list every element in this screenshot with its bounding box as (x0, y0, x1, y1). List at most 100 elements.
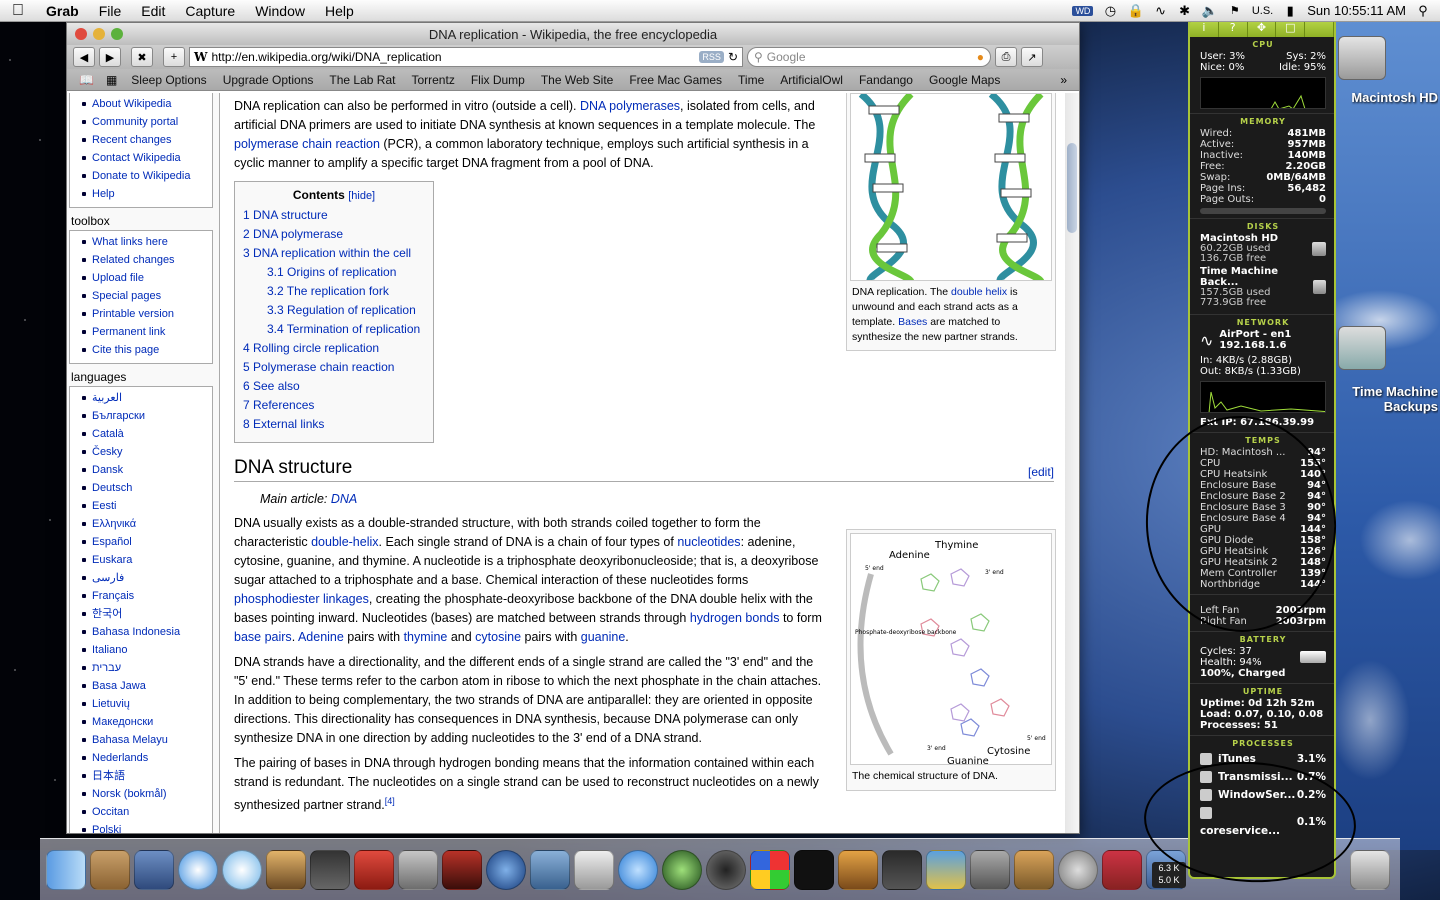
activity-monitor-icon[interactable] (882, 849, 922, 890)
process-row[interactable]: iTunes 3.1% (1200, 750, 1326, 768)
bluetooth-icon[interactable]: ✱ (1178, 3, 1192, 19)
language-link[interactable]: עברית (70, 659, 212, 677)
edit-section-link[interactable]: [edit] (1028, 465, 1054, 479)
toolbox-link[interactable]: Permanent link (70, 323, 212, 341)
bookmark-item[interactable]: Torrentz (403, 73, 462, 87)
time-machine-disk-icon[interactable] (1338, 326, 1386, 370)
toolbox-link[interactable]: Special pages (70, 287, 212, 305)
snapback-button[interactable]: ✖ (131, 47, 153, 67)
mail-stamp-icon[interactable] (134, 849, 174, 890)
app-menu[interactable]: Grab (36, 3, 89, 19)
language-link[interactable]: Dansk (70, 461, 212, 479)
toc-item[interactable]: 3.4 Termination of replication (243, 320, 425, 339)
lock-icon[interactable]: 🔒 (1127, 3, 1143, 19)
menu-file[interactable]: File (89, 3, 132, 19)
bookmarks-book-icon[interactable]: 📖 (73, 73, 100, 87)
colors-grid-icon[interactable] (750, 849, 790, 890)
window-titlebar[interactable]: DNA replication - Wikipedia, the free en… (67, 23, 1079, 45)
wifi-icon[interactable]: ∿ (1154, 3, 1168, 19)
downloads-stack-icon[interactable] (1102, 849, 1142, 890)
back-button[interactable]: ◀ (73, 47, 95, 67)
toc-item[interactable]: 6 See also (243, 377, 425, 396)
sidebar-link[interactable]: Contact Wikipedia (70, 149, 212, 167)
top-sites-grid-icon[interactable]: ▦ (100, 73, 123, 87)
vertical-scrollbar[interactable] (1065, 93, 1079, 833)
language-link[interactable]: Deutsch (70, 479, 212, 497)
sidebar-link[interactable]: Community portal (70, 113, 212, 131)
script-editor-icon[interactable] (970, 849, 1010, 890)
menu-help[interactable]: Help (315, 3, 364, 19)
front-row-chair-icon[interactable] (354, 849, 394, 890)
process-row[interactable]: Transmissi... 0.7% (1200, 768, 1326, 786)
language-link[interactable]: Occitan (70, 803, 212, 821)
link-adenine[interactable]: Adenine (298, 630, 344, 644)
language-link[interactable]: Italiano (70, 641, 212, 659)
language-link[interactable]: Español (70, 533, 212, 551)
bookmark-item[interactable]: The Web Site (533, 73, 621, 87)
bookmark-item[interactable]: Time (730, 73, 772, 87)
automator-icon[interactable] (530, 849, 570, 890)
sidebar-link[interactable]: Help (70, 185, 212, 203)
toc-item[interactable]: 2 DNA polymerase (243, 225, 425, 244)
network-rate-widget[interactable]: 6.3 K 5.0 K (1152, 862, 1186, 888)
language-link[interactable]: Български (70, 407, 212, 425)
time-machine-icon[interactable]: ◷ (1103, 3, 1117, 19)
trash-icon[interactable] (1350, 849, 1390, 890)
toc-item[interactable]: 5 Polymerase chain reaction (243, 358, 425, 377)
link-hydrogen-bonds[interactable]: hydrogen bonds (690, 611, 780, 625)
link-base-pairs[interactable]: base pairs (234, 630, 292, 644)
language-link[interactable]: Nederlands (70, 749, 212, 767)
language-link[interactable]: Français (70, 587, 212, 605)
photo-booth-icon[interactable] (398, 849, 438, 890)
bookmarks-overflow-icon[interactable]: » (1054, 73, 1073, 87)
itunes-icon[interactable] (222, 849, 262, 890)
toolbox-link[interactable]: Cite this page (70, 341, 212, 359)
link-double-helix-caption[interactable]: double helix (951, 286, 1007, 298)
rss-badge[interactable]: RSS (699, 51, 724, 63)
stuffit-icon[interactable] (574, 849, 614, 890)
toc-item[interactable]: 7 References (243, 396, 425, 415)
address-bar[interactable]: W http://en.wikipedia.org/wiki/DNA_repli… (189, 47, 743, 67)
finder-icon[interactable] (46, 849, 86, 890)
keynote-icon[interactable] (1014, 849, 1054, 890)
google-earth-icon[interactable] (486, 849, 526, 890)
bookmark-item[interactable]: The Lab Rat (321, 73, 403, 87)
dvd-player-icon[interactable] (442, 849, 482, 890)
language-link[interactable]: Lietuvių (70, 695, 212, 713)
bookmark-item[interactable]: Sleep Options (123, 73, 214, 87)
language-link[interactable]: Polski (70, 821, 212, 833)
search-snapback-icon[interactable]: ● (977, 50, 984, 64)
sidebar-link[interactable]: Donate to Wikipedia (70, 167, 212, 185)
flag-icon[interactable]: ⚑ (1228, 4, 1242, 17)
toolbox-link[interactable]: What links here (70, 233, 212, 251)
toc-item[interactable]: 8 External links (243, 415, 425, 434)
link-double-helix[interactable]: double-helix (311, 535, 378, 549)
scrollbar-thumb[interactable] (1067, 143, 1077, 233)
language-link[interactable]: Euskara (70, 551, 212, 569)
toc-hide-link[interactable]: [hide] (348, 190, 375, 202)
language-link[interactable]: Norsk (bokmål) (70, 785, 212, 803)
toc-item[interactable]: 3.3 Regulation of replication (243, 301, 425, 320)
toc-item[interactable]: 3 DNA replication within the cell (243, 244, 425, 263)
macintosh-hd-icon[interactable] (1338, 36, 1386, 80)
link-phosphodiester[interactable]: phosphodiester linkages (234, 592, 369, 606)
bookmark-item[interactable]: Flix Dump (463, 73, 533, 87)
bookmark-item[interactable]: Google Maps (921, 73, 1008, 87)
language-link[interactable]: 日本語 (70, 767, 212, 785)
iphoto-icon[interactable] (266, 849, 306, 890)
link-dna[interactable]: DNA (331, 492, 357, 506)
url-text[interactable]: http://en.wikipedia.org/wiki/DNA_replica… (211, 50, 695, 64)
sidebar-link[interactable]: About Wikipedia (70, 95, 212, 113)
bookmark-item[interactable]: Fandango (851, 73, 921, 87)
input-locale[interactable]: U.S. (1252, 5, 1273, 17)
system-preferences-icon[interactable] (1058, 849, 1098, 890)
spotlight-icon[interactable]: ⚲ (1416, 3, 1430, 19)
menu-window[interactable]: Window (245, 3, 315, 19)
language-link[interactable]: Català (70, 425, 212, 443)
battery-icon[interactable]: ▮ (1283, 3, 1297, 19)
bookmark-item[interactable]: ArtificialOwl (772, 73, 851, 87)
language-link[interactable]: Bahasa Indonesia (70, 623, 212, 641)
imovie-star-icon[interactable] (310, 849, 350, 890)
quicktime-icon[interactable] (618, 849, 658, 890)
bookmark-item[interactable]: Upgrade Options (215, 73, 322, 87)
